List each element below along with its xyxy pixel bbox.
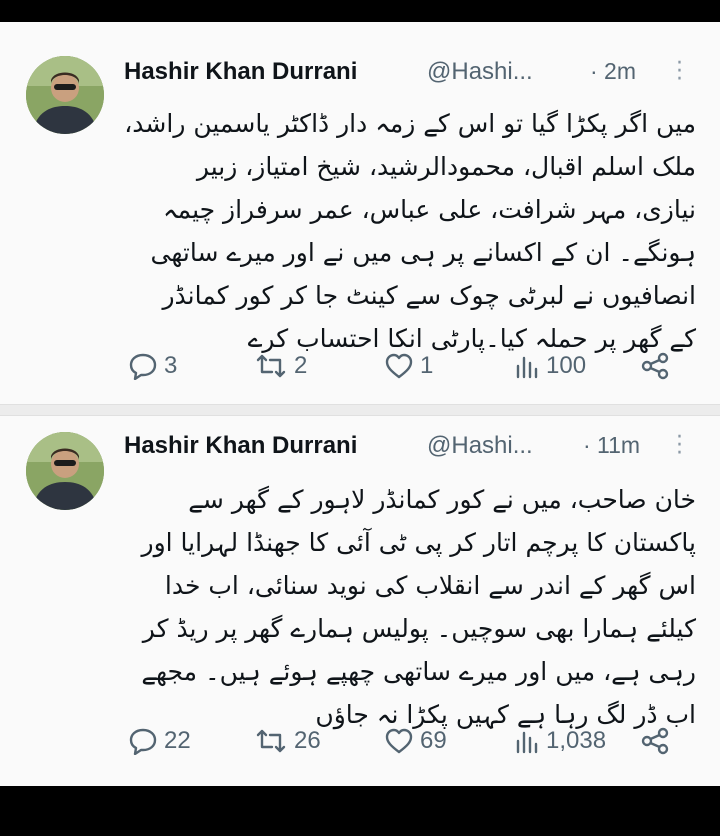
more-vertical-icon[interactable]: · · · xyxy=(676,427,683,465)
tweet-text: میں اگر پکڑا گیا تو اس کے زمہ دار ڈاکٹر … xyxy=(96,102,696,360)
reply-count: 22 xyxy=(164,727,191,754)
views-button[interactable]: 100 xyxy=(514,352,586,380)
author-handle[interactable]: @Hashi... xyxy=(427,58,533,86)
tweet-text: خان صاحب، میں نے کور کمانڈر لاہور کے گھر… xyxy=(96,478,696,736)
tweet-line: ہونگے۔ ان کے اکسانے پر ہی میں نے اور میر… xyxy=(150,238,696,267)
timeline: Hashir Khan Durrani @Hashi... · 2m · · · م… xyxy=(0,22,720,786)
bottom-black-bar xyxy=(0,786,720,836)
tweet-time[interactable]: · 2m xyxy=(590,58,636,85)
avatar[interactable] xyxy=(26,432,104,510)
tweet-line: ملک اسلم اقبال، محمودالرشید، شیخ امتیاز،… xyxy=(196,152,696,181)
tweet-time[interactable]: · 11m xyxy=(583,432,640,459)
top-black-bar xyxy=(0,0,720,22)
reply-button[interactable]: 22 xyxy=(128,727,191,755)
like-button[interactable]: 1 xyxy=(384,352,433,380)
tweet-line: رہی ہے، میں اور میرے ساتھی چھپے ہوئے ہیں… xyxy=(141,657,696,686)
retweet-button[interactable]: 2 xyxy=(254,352,307,380)
tweet-line: خان صاحب، میں نے کور کمانڈر لاہور کے گھر… xyxy=(188,485,696,514)
tweet-line: نیازی، مہر شرافت، علی عباس، عمر سرفراز چ… xyxy=(162,195,696,224)
reply-icon xyxy=(128,352,158,380)
retweet-count: 26 xyxy=(294,727,321,754)
like-count: 69 xyxy=(420,727,447,754)
tweet-2[interactable]: Hashir Khan Durrani @Hashi... · 11m · · · … xyxy=(0,414,720,786)
like-count: 1 xyxy=(420,352,434,379)
retweet-icon xyxy=(254,352,288,380)
views-icon xyxy=(514,727,540,755)
tweet-1[interactable]: Hashir Khan Durrani @Hashi... · 2m · · · م… xyxy=(0,22,720,404)
tweet-line: کیلئے ہمارا بھی سوچیں۔ پولیس ہمارے گھر پ… xyxy=(142,614,696,643)
retweet-count: 2 xyxy=(294,352,308,379)
tweet-line: اس گھر کے اندر سے انقلاب کی نوید سنائی، … xyxy=(164,571,696,600)
more-vertical-icon[interactable]: · · · xyxy=(676,53,683,91)
views-count: 1,038 xyxy=(546,727,607,754)
avatar[interactable] xyxy=(26,56,104,134)
share-button[interactable] xyxy=(640,727,670,755)
retweet-button[interactable]: 26 xyxy=(254,727,321,755)
reply-count: 3 xyxy=(164,352,178,379)
heart-icon xyxy=(384,352,414,380)
reply-icon xyxy=(128,727,158,755)
reply-button[interactable]: 3 xyxy=(128,352,177,380)
views-icon xyxy=(514,352,540,380)
author-name[interactable]: Hashir Khan Durrani xyxy=(124,58,357,86)
share-icon xyxy=(640,352,670,380)
tweet-line: پاکستان کا پرچم اتار کر پی ٹی آئی کا جھن… xyxy=(141,528,696,557)
views-button[interactable]: 1,038 xyxy=(514,727,606,755)
retweet-icon xyxy=(254,727,288,755)
share-button[interactable] xyxy=(640,352,670,380)
views-count: 100 xyxy=(546,352,587,379)
heart-icon xyxy=(384,727,414,755)
tweet-line: انصافیوں نے لبرٹی چوک سے کینٹ جا کر کور … xyxy=(162,281,696,310)
share-icon xyxy=(640,727,670,755)
author-handle[interactable]: @Hashi... xyxy=(427,432,533,460)
like-button[interactable]: 69 xyxy=(384,727,447,755)
author-name[interactable]: Hashir Khan Durrani xyxy=(124,432,357,460)
tweet-line: میں اگر پکڑا گیا تو اس کے زمہ دار ڈاکٹر … xyxy=(124,109,696,138)
